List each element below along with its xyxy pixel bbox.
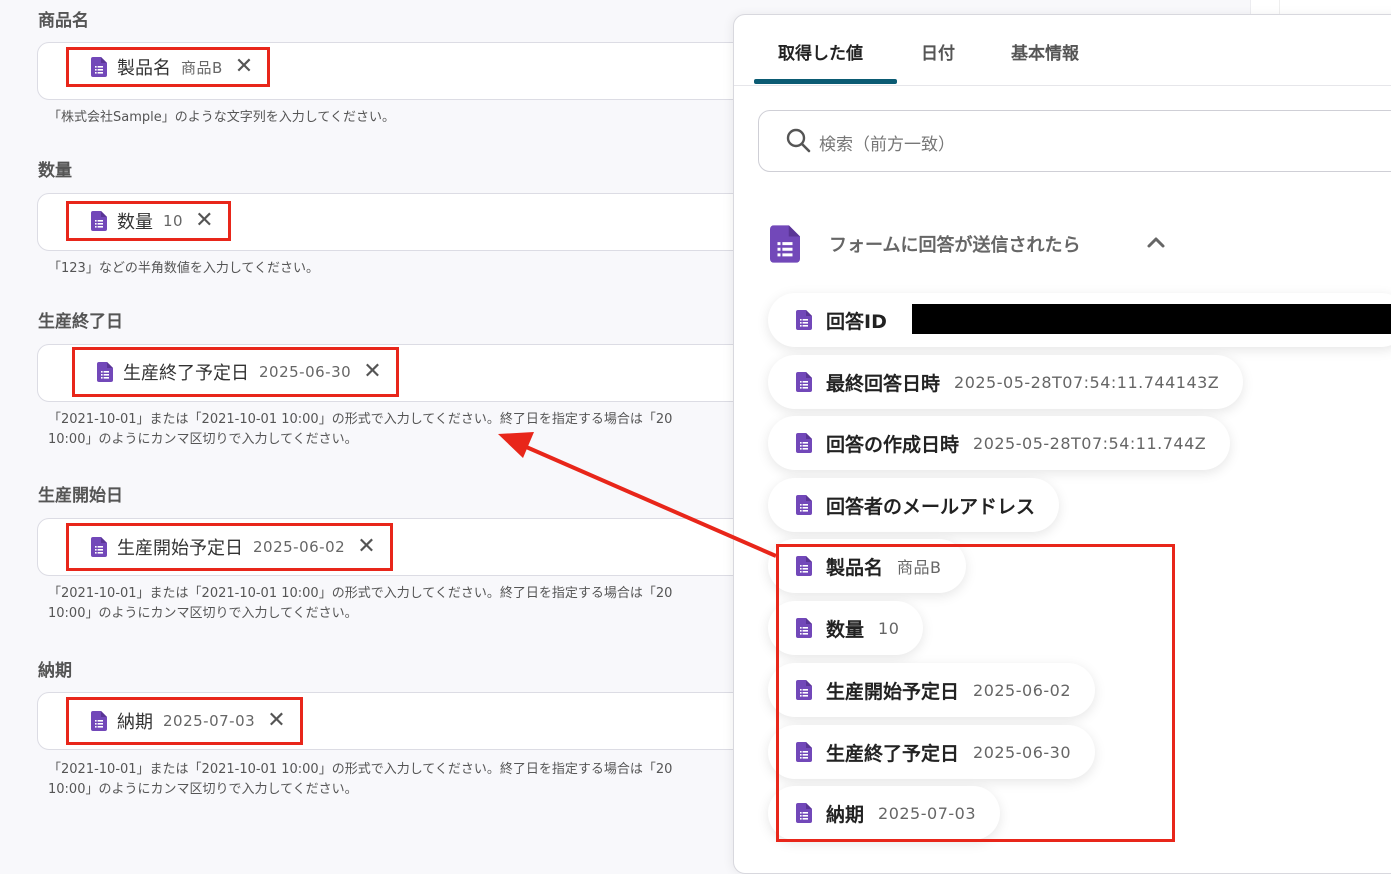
variable-chip-delivery-date[interactable]: 納期 2025-07-03 ✕	[66, 697, 303, 745]
form-doc-icon	[770, 225, 800, 263]
chevron-up-icon[interactable]	[1146, 232, 1166, 252]
close-icon[interactable]: ✕	[195, 210, 213, 232]
field-help: 「2021-10-01」または「2021-10-01 10:00」の形式で入力し…	[48, 762, 673, 797]
close-icon[interactable]: ✕	[267, 710, 285, 732]
field-help: 「123」などの半角数値を入力してください。	[48, 261, 320, 276]
form-doc-icon	[91, 711, 107, 731]
chip-name: 生産終了予定日	[123, 363, 249, 384]
field-label-delivery-date: 納期	[38, 661, 72, 681]
variable-item-respondent-email[interactable]: 回答者のメールアドレス	[768, 478, 1060, 532]
search-placeholder: 検索（前方一致）	[819, 135, 955, 155]
chip-value: 商品B	[181, 58, 223, 77]
variable-value: 2025-05-28T07:54:11.744143Z	[954, 372, 1220, 392]
close-icon[interactable]: ✕	[363, 361, 381, 383]
form-doc-icon	[796, 372, 812, 392]
chip-name: 製品名	[117, 58, 171, 79]
field-label-product-name: 商品名	[38, 11, 89, 31]
field-label-production-end: 生産終了日	[38, 312, 123, 332]
variable-chip-quantity[interactable]: 数量 10 ✕	[66, 201, 231, 241]
tab-bar: 取得した値 日付 基本情報	[734, 15, 1391, 86]
tab-basic-info[interactable]: 基本情報	[1011, 39, 1079, 64]
chip-name: 生産開始予定日	[117, 538, 243, 559]
form-doc-icon	[796, 310, 812, 330]
form-doc-icon	[796, 433, 812, 453]
highlight-box	[776, 544, 1175, 842]
variable-chip-production-start[interactable]: 生産開始予定日 2025-06-02 ✕	[66, 523, 393, 571]
chip-value: 10	[163, 212, 184, 230]
form-doc-icon	[91, 57, 107, 77]
variable-name: 回答の作成日時	[826, 433, 960, 456]
form-doc-icon	[97, 362, 113, 382]
chip-value: 2025-06-02	[253, 538, 346, 556]
variable-value: 2025-05-28T07:54:11.744Z	[973, 433, 1207, 453]
close-icon[interactable]: ✕	[357, 536, 375, 558]
field-help: 「2021-10-01」または「2021-10-01 10:00」の形式で入力し…	[48, 586, 673, 621]
form-doc-icon	[91, 211, 107, 231]
tab-retrieved-values[interactable]: 取得した値	[778, 39, 863, 64]
variable-name: 回答者のメールアドレス	[826, 495, 1036, 518]
variable-name: 回答ID	[826, 310, 887, 333]
search-input[interactable]: 検索（前方一致）	[758, 110, 1391, 172]
variable-name: 最終回答日時	[826, 372, 941, 395]
chip-value: 2025-07-03	[163, 712, 256, 730]
chip-name: 納期	[117, 712, 153, 733]
search-icon	[786, 128, 811, 153]
field-help: 「株式会社Sample」のような文字列を入力してください。	[48, 110, 395, 125]
active-tab-indicator	[754, 79, 897, 84]
form-doc-icon	[91, 537, 107, 557]
redacted-value	[912, 304, 1391, 334]
field-label-production-start: 生産開始日	[38, 486, 123, 506]
form-doc-icon	[796, 495, 812, 515]
variable-item-created-time[interactable]: 回答の作成日時 2025-05-28T07:54:11.744Z	[768, 416, 1231, 470]
field-help: 「2021-10-01」または「2021-10-01 10:00」の形式で入力し…	[48, 412, 673, 447]
tab-date[interactable]: 日付	[921, 39, 955, 64]
chip-name: 数量	[117, 212, 153, 233]
variable-item-last-response-time[interactable]: 最終回答日時 2025-05-28T07:54:11.744143Z	[768, 355, 1244, 409]
trigger-group-title[interactable]: フォームに回答が送信されたら	[829, 231, 1080, 257]
chip-value: 2025-06-30	[259, 363, 352, 381]
close-icon[interactable]: ✕	[235, 56, 253, 78]
variable-chip-production-end[interactable]: 生産終了予定日 2025-06-30 ✕	[72, 347, 399, 397]
variable-chip-product-name[interactable]: 製品名 商品B ✕	[66, 47, 271, 87]
field-label-quantity: 数量	[38, 161, 72, 181]
